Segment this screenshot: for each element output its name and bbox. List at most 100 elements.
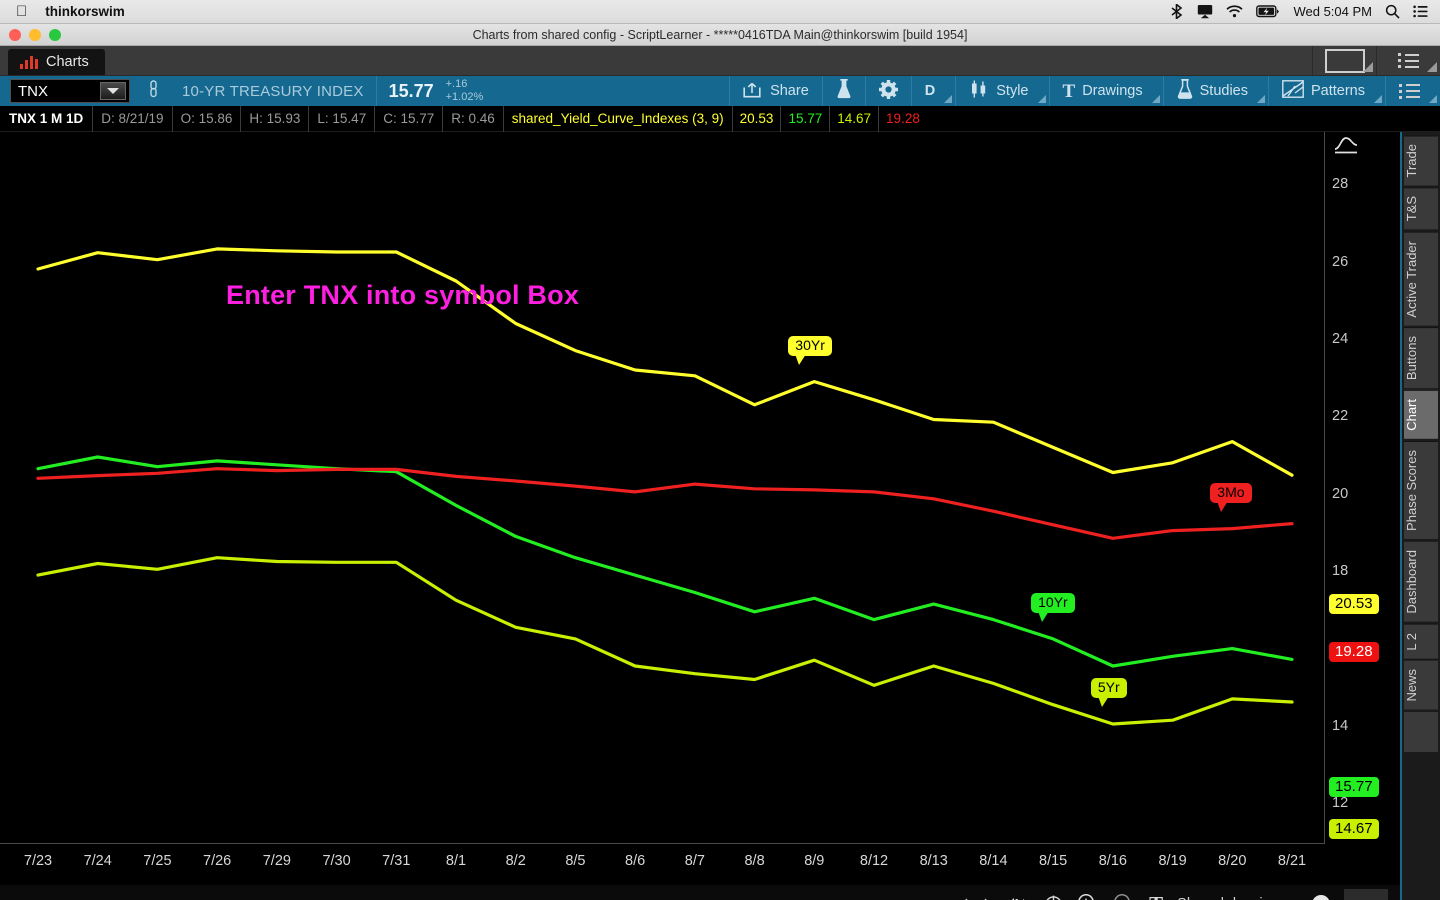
rail-tab-t-s[interactable]: T&S — [1404, 187, 1438, 230]
settings-button[interactable] — [864, 76, 911, 106]
chart-annotation-text: Enter TNX into symbol Box — [226, 280, 580, 310]
help-icon[interactable]: ? — [1312, 895, 1330, 900]
date-axis-tick: 8/20 — [1218, 853, 1247, 869]
rail-tab-dashboard[interactable]: Dashboard — [1404, 541, 1438, 622]
window-title-bar: Charts from shared config - ScriptLearne… — [0, 24, 1440, 46]
price-change: +.16 +1.02% — [446, 78, 484, 104]
tab-charts-label: Charts — [46, 54, 89, 70]
price-axis-tick: 12 — [1332, 795, 1349, 812]
date-axis-tick: 8/14 — [979, 853, 1008, 869]
rail-tab-label: L 2 — [1404, 632, 1419, 651]
link-chain-icon[interactable] — [142, 79, 164, 103]
chart-menu-button[interactable] — [1376, 46, 1440, 75]
playback-icon[interactable] — [1006, 897, 1030, 900]
share-button[interactable]: Share — [729, 76, 822, 106]
series-callout-5yr[interactable]: 5Yr — [1090, 678, 1127, 708]
rail-tab-trade[interactable]: Trade — [1404, 135, 1438, 186]
crosshair-icon[interactable] — [1044, 895, 1063, 900]
price-axis-badge: 19.28 — [1329, 642, 1379, 662]
layout-box-icon — [1324, 48, 1365, 73]
drawings-button[interactable]: T Drawings — [1048, 76, 1163, 106]
list-menu-icon — [1399, 83, 1420, 99]
date-axis-tick: 7/30 — [322, 853, 351, 869]
date-axis-tick: 7/29 — [262, 853, 291, 869]
date-axis-tick: 8/12 — [859, 853, 889, 869]
battery-charging-icon[interactable] — [1256, 5, 1280, 18]
search-icon[interactable] — [1385, 4, 1400, 19]
control-center-icon[interactable] — [1413, 5, 1428, 18]
bluetooth-icon[interactable] — [1170, 4, 1184, 19]
chart-plot-area[interactable]: Enter TNX into symbol Box 30Yr 10Yr 3Mo 5Yr — [0, 132, 1325, 844]
window-title: Charts from shared config - ScriptLearne… — [472, 27, 968, 42]
status-end-box[interactable] — [1344, 889, 1388, 900]
rail-tab-label: Active Trader — [1404, 240, 1419, 318]
chart-settings-menu-button[interactable] — [1385, 76, 1440, 106]
price-axis-tick: 24 — [1332, 330, 1349, 347]
date-axis-tick: 7/24 — [83, 853, 112, 869]
drawings-label: Drawings — [1082, 83, 1143, 99]
rail-tab-label: T&S — [1404, 196, 1419, 222]
study-value-5yr: 14.67 — [829, 105, 878, 132]
date-axis-tick: 7/26 — [203, 853, 232, 869]
os-menu-bar:  thinkorswim Wed 5:04 PM — [0, 0, 1440, 24]
rail-tab-phase-scores[interactable]: Phase Scores — [1404, 441, 1438, 540]
series-callout-10yr[interactable]: 10Yr — [1031, 592, 1075, 622]
divider — [375, 76, 377, 106]
zoom-in-icon[interactable] — [1077, 893, 1099, 900]
tab-charts[interactable]: Charts — [8, 49, 105, 75]
symbol-input-value: TNX — [18, 82, 48, 100]
os-clock[interactable]: Wed 5:04 PM — [1293, 4, 1372, 19]
date-axis-tick: 8/6 — [625, 853, 646, 869]
ohlc-field-close: C: 15.77 — [374, 105, 442, 132]
date-axis-tick: 7/31 — [382, 853, 411, 869]
studies-button[interactable]: Studies — [1162, 76, 1268, 106]
share-label: Share — [770, 83, 809, 99]
rail-tab-l-2[interactable]: L 2 — [1404, 623, 1438, 659]
timeframe-button[interactable]: D — [910, 76, 955, 106]
style-button[interactable]: Style — [955, 76, 1048, 106]
apple-logo-icon[interactable]:  — [16, 4, 27, 19]
ohlc-field-date: D: 8/21/19 — [92, 105, 171, 132]
price-axis-tick: 22 — [1332, 408, 1349, 425]
study-value-30yr: 20.53 — [731, 105, 781, 132]
chart-status-bar: T Shared drawings ? — [0, 885, 1400, 900]
series-callout-label: 3Mo — [1217, 483, 1245, 500]
rail-tab-chart[interactable]: Chart — [1404, 390, 1438, 440]
study-value-10yr: 15.77 — [780, 105, 829, 132]
date-axis-tick: 8/8 — [744, 853, 765, 869]
price-axis-badge: 14.67 — [1329, 819, 1379, 839]
layout-box-button[interactable] — [1312, 46, 1376, 75]
price-axis[interactable]: 28262422201816141220.5319.2815.7714.67 — [1326, 132, 1400, 844]
date-axis-tick: 7/25 — [143, 853, 172, 869]
zoom-out-icon[interactable] — [1113, 893, 1135, 900]
text-tool-icon[interactable]: T — [1149, 893, 1163, 900]
style-label: Style — [996, 83, 1029, 99]
shared-drawings-button[interactable]: Shared drawings — [1177, 896, 1298, 900]
wifi-icon[interactable] — [1226, 5, 1244, 18]
airplay-icon[interactable] — [1197, 4, 1213, 19]
price-axis-tick: 28 — [1332, 176, 1349, 193]
patterns-button[interactable]: Patterns — [1268, 76, 1385, 106]
study-name[interactable]: shared_Yield_Curve_Indexes (3, 9) — [502, 105, 732, 132]
date-axis-tick: 8/15 — [1039, 853, 1068, 869]
price-axis-badge: 15.77 — [1329, 777, 1379, 797]
rail-tab-active-trader[interactable]: Active Trader — [1404, 231, 1438, 326]
flask-button[interactable] — [821, 76, 865, 106]
date-axis[interactable]: 7/23 7/24 7/25 7/26 7/29 7/30 7/31 8/1 8/2 8/5 8/6… — [0, 845, 1325, 885]
timeframe-label: D — [924, 83, 936, 99]
ohlc-field-low: L: 15.47 — [308, 105, 374, 132]
chevron-down-icon[interactable] — [100, 82, 126, 100]
date-axis-tick: 8/9 — [804, 853, 825, 869]
price-change-abs: +.16 — [445, 78, 468, 90]
studies-label: Studies — [1199, 83, 1248, 99]
symbol-toolbar: TNX 10-YR TREASURY INDEX 15.77 +.16 +1.0… — [0, 76, 1440, 106]
gear-icon — [878, 79, 898, 103]
rail-tab-buttons[interactable]: Buttons — [1404, 327, 1438, 389]
candlestick-icon — [969, 80, 989, 102]
series-callout-30yr[interactable]: 30Yr — [788, 335, 832, 365]
ohlc-field-high: H: 15.93 — [240, 105, 308, 132]
series-callout-3mo[interactable]: 3Mo — [1210, 482, 1252, 512]
symbol-input[interactable]: TNX — [10, 79, 130, 103]
price-axis-tick: 26 — [1332, 253, 1349, 270]
rail-tab-news[interactable]: News — [1404, 660, 1438, 710]
